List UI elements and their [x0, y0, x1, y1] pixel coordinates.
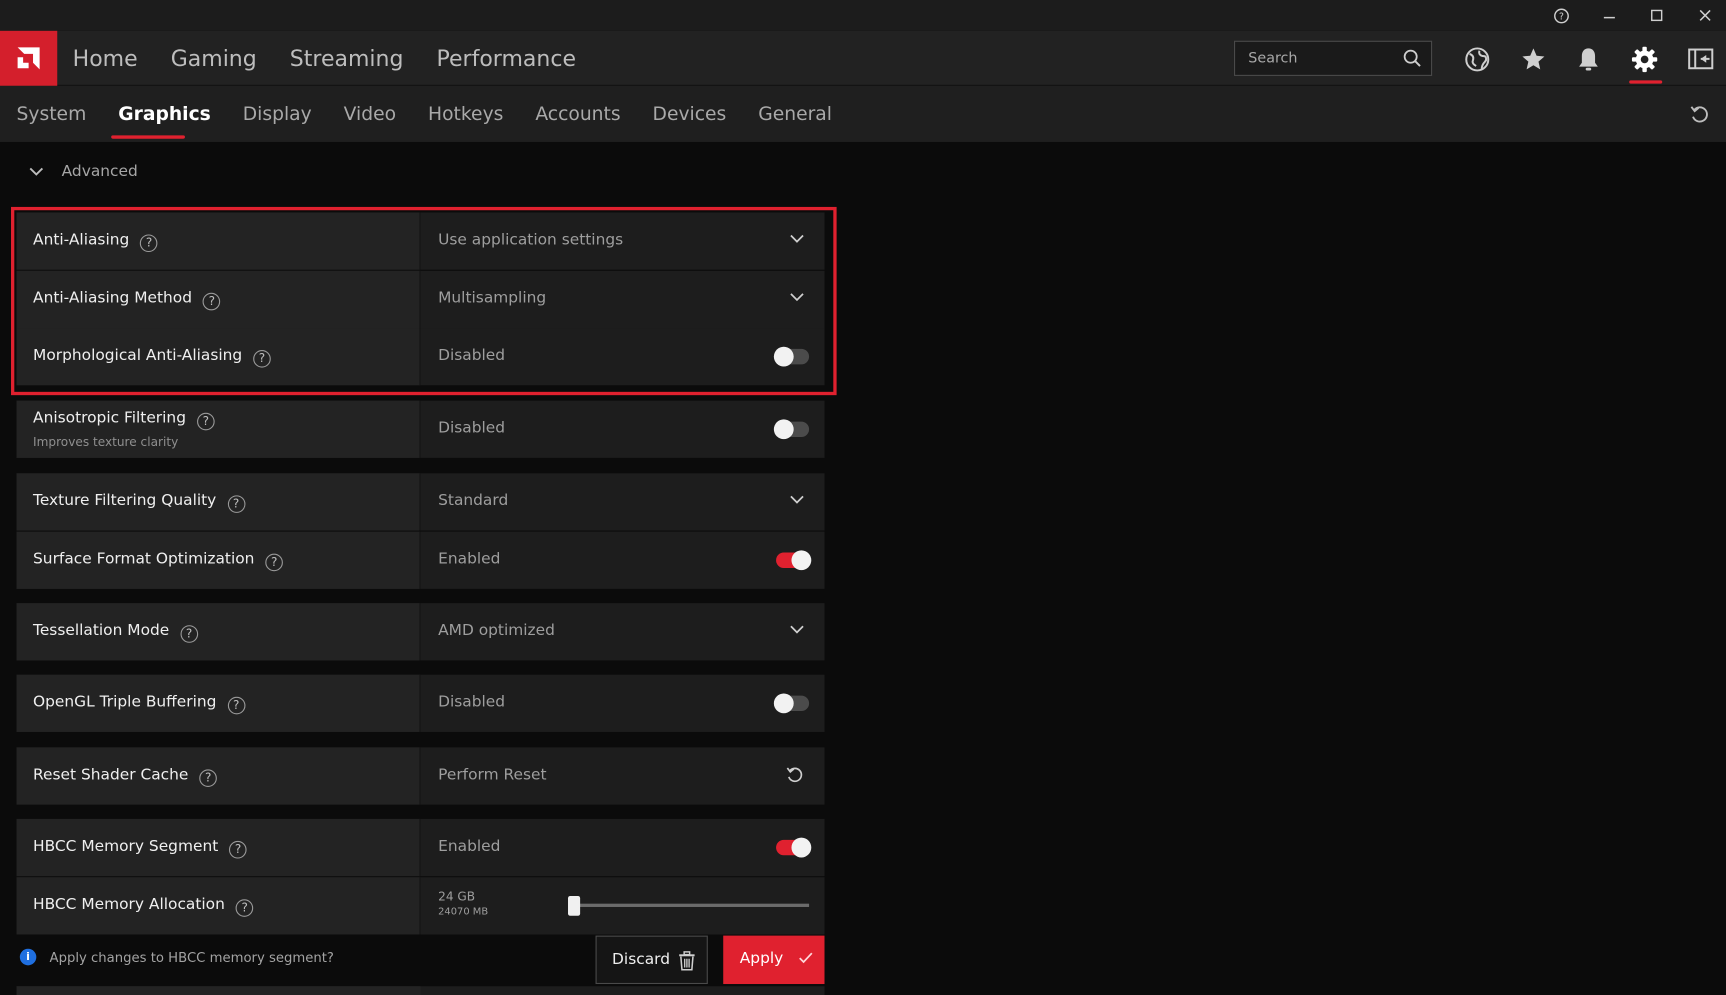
search-input[interactable]	[1235, 41, 1401, 75]
setting-value: Standard	[438, 492, 509, 510]
setting-surface-format-optimization: Surface Format Optimization? Enabled	[16, 531, 825, 589]
setting-value: Enabled	[438, 837, 501, 856]
setting-label: Anisotropic Filtering	[33, 409, 186, 428]
help-circle-icon[interactable]: ?	[227, 494, 245, 513]
tab-hotkeys[interactable]: Hotkeys	[428, 103, 503, 125]
setting-sublabel: Improves texture clarity	[33, 434, 179, 450]
setting-label: OpenGL Triple Buffering	[33, 693, 217, 712]
setting-label: HBCC Memory Segment	[33, 837, 219, 856]
tab-accounts[interactable]: Accounts	[535, 103, 620, 125]
nav-performance[interactable]: Performance	[437, 45, 577, 71]
tab-display[interactable]: Display	[243, 103, 312, 125]
tab-system[interactable]: System	[17, 103, 87, 125]
active-header-indicator	[1629, 80, 1663, 84]
surface-format-optimization-toggle[interactable]	[776, 550, 812, 571]
apply-label: Apply	[739, 949, 784, 968]
close-button[interactable]	[1692, 4, 1718, 26]
info-icon: i	[19, 948, 37, 966]
apply-button[interactable]: Apply	[723, 935, 825, 985]
settings-tabs-bar: System Graphics Display Video Hotkeys Ac…	[0, 85, 1726, 142]
help-circle-icon[interactable]: ?	[180, 624, 198, 643]
tab-video[interactable]: Video	[344, 103, 396, 125]
maximize-button[interactable]	[1643, 4, 1669, 26]
title-bar: ?	[0, 0, 1726, 31]
help-circle-icon[interactable]: ?	[265, 553, 284, 571]
anisotropic-filtering-toggle[interactable]	[773, 419, 810, 440]
hbcc-allocation-slider-thumb[interactable]	[568, 895, 581, 916]
tab-graphics[interactable]: Graphics	[118, 103, 211, 125]
apply-prompt: i Apply changes to HBCC memory segment?	[19, 948, 334, 966]
svg-text:?: ?	[1558, 11, 1563, 22]
nav-gaming[interactable]: Gaming	[171, 45, 257, 71]
highlight-box	[11, 206, 837, 396]
checkmark-icon	[799, 952, 813, 964]
opengl-triple-buffering-toggle[interactable]	[773, 693, 810, 714]
chevron-down-icon[interactable]	[789, 624, 804, 635]
sidebar-toggle-icon[interactable]	[1686, 45, 1715, 74]
amd-logo-icon[interactable]	[0, 30, 58, 86]
search-icon[interactable]	[1402, 48, 1422, 68]
setting-label: Reset Shader Cache	[33, 766, 189, 784]
setting-label: Surface Format Optimization	[33, 550, 255, 568]
setting-anisotropic-filtering: Anisotropic Filtering? Improves texture c…	[16, 400, 825, 458]
help-circle-icon[interactable]: ?	[199, 768, 218, 787]
setting-label: Texture Filtering Quality	[33, 492, 217, 510]
main-header: Home Gaming Streaming Performance	[0, 30, 1726, 86]
active-tab-indicator	[111, 135, 185, 139]
nav-home[interactable]: Home	[73, 45, 138, 71]
allocation-gb: 24 GB	[438, 889, 476, 904]
star-icon[interactable]	[1519, 45, 1548, 74]
setting-value: Enabled	[438, 550, 501, 568]
reset-icon[interactable]	[785, 765, 805, 785]
setting-label: HBCC Memory Allocation	[33, 895, 225, 914]
chevron-down-icon[interactable]	[789, 494, 804, 505]
setting-value: Perform Reset	[438, 766, 547, 784]
help-icon[interactable]: ?	[1548, 4, 1574, 26]
trash-icon	[679, 951, 695, 971]
advanced-section-toggle[interactable]: Advanced	[29, 163, 138, 181]
setting-texture-filtering-quality[interactable]: Texture Filtering Quality? Standard	[16, 473, 825, 531]
setting-reset-shader-cache[interactable]: Reset Shader Cache? Perform Reset	[16, 747, 825, 805]
search-box	[1233, 40, 1433, 76]
tab-devices[interactable]: Devices	[653, 103, 727, 125]
discard-button[interactable]: Discard	[595, 935, 708, 985]
setting-value: AMD optimized	[438, 621, 555, 640]
minimize-button[interactable]	[1596, 4, 1622, 26]
next-setting-row-partial	[16, 986, 825, 995]
help-circle-icon[interactable]: ?	[229, 840, 247, 858]
help-circle-icon[interactable]: ?	[196, 412, 215, 430]
section-title: Advanced	[61, 162, 138, 181]
setting-value: Disabled	[438, 419, 506, 437]
reset-defaults-icon[interactable]	[1689, 103, 1711, 125]
help-circle-icon[interactable]: ?	[235, 898, 254, 917]
globe-icon[interactable]	[1463, 45, 1492, 74]
allocation-mb: 24070 MB	[438, 906, 489, 918]
setting-label: Tessellation Mode	[33, 621, 170, 640]
apply-prompt-text: Apply changes to HBCC memory segment?	[49, 949, 334, 965]
discard-label: Discard	[612, 951, 670, 969]
setting-hbcc-memory-segment: HBCC Memory Segment? Enabled	[16, 818, 825, 877]
help-circle-icon[interactable]: ?	[227, 696, 246, 714]
setting-opengl-triple-buffering: OpenGL Triple Buffering? Disabled	[16, 674, 825, 732]
setting-value: Disabled	[438, 693, 506, 712]
setting-tessellation-mode[interactable]: Tessellation Mode? AMD optimized	[16, 603, 825, 661]
chevron-down-icon	[29, 167, 44, 176]
hbcc-allocation-slider-track[interactable]	[572, 903, 810, 907]
main-nav: Home Gaming Streaming Performance	[73, 31, 576, 86]
hbcc-memory-segment-toggle[interactable]	[776, 837, 812, 858]
tab-general[interactable]: General	[758, 103, 832, 125]
bell-icon[interactable]	[1574, 45, 1603, 74]
gear-icon[interactable]	[1630, 45, 1659, 74]
nav-streaming[interactable]: Streaming	[290, 45, 404, 71]
